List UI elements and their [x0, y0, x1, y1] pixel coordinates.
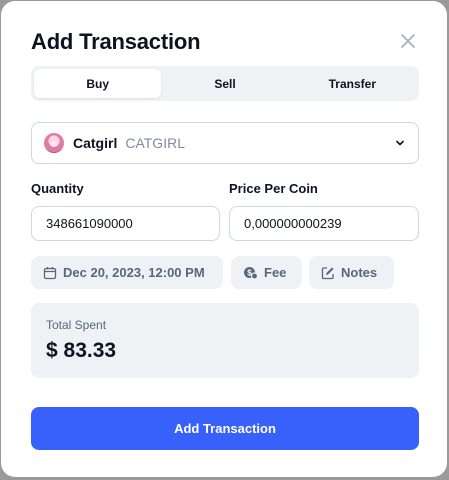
catgirl-coin-icon [44, 133, 64, 153]
notes-label: Notes [341, 265, 378, 280]
coin-symbol: CATGIRL [125, 135, 185, 151]
total-spent-value: $ 83.33 [46, 339, 117, 362]
price-per-coin-input[interactable]: 0,000000000239 [229, 206, 419, 241]
tab-buy[interactable]: Buy [34, 69, 162, 98]
total-spent-panel: Total Spent $ 83.33 [31, 303, 419, 378]
close-button[interactable] [398, 31, 418, 51]
add-transaction-modal: Add Transaction Buy Sell Transfer Catgir… [1, 1, 447, 477]
calendar-icon [43, 266, 57, 279]
coin-name: Catgirl [73, 135, 118, 151]
date-picker-button[interactable]: Dec 20, 2023, 12:00 PM [31, 256, 223, 289]
edit-note-icon [321, 266, 334, 279]
fee-button[interactable]: $ Fee [231, 256, 302, 289]
total-spent-label: Total Spent [46, 318, 107, 332]
transaction-type-tabs: Buy Sell Transfer [31, 66, 419, 101]
quantity-input[interactable]: 348661090000 [31, 206, 220, 241]
close-icon [401, 34, 415, 48]
tab-sell[interactable]: Sell [161, 69, 288, 98]
chevron-down-icon [396, 140, 404, 146]
tab-transfer[interactable]: Transfer [289, 69, 416, 98]
fee-coin-icon: $ [244, 267, 258, 280]
quantity-label: Quantity [31, 181, 84, 196]
price-per-coin-label: Price Per Coin [229, 181, 318, 196]
notes-button[interactable]: Notes [309, 256, 394, 289]
modal-title: Add Transaction [31, 29, 201, 54]
date-label: Dec 20, 2023, 12:00 PM [63, 265, 205, 280]
add-transaction-button[interactable]: Add Transaction [31, 407, 419, 450]
coin-select-dropdown[interactable]: Catgirl CATGIRL [31, 122, 419, 164]
fee-label: Fee [264, 265, 287, 280]
